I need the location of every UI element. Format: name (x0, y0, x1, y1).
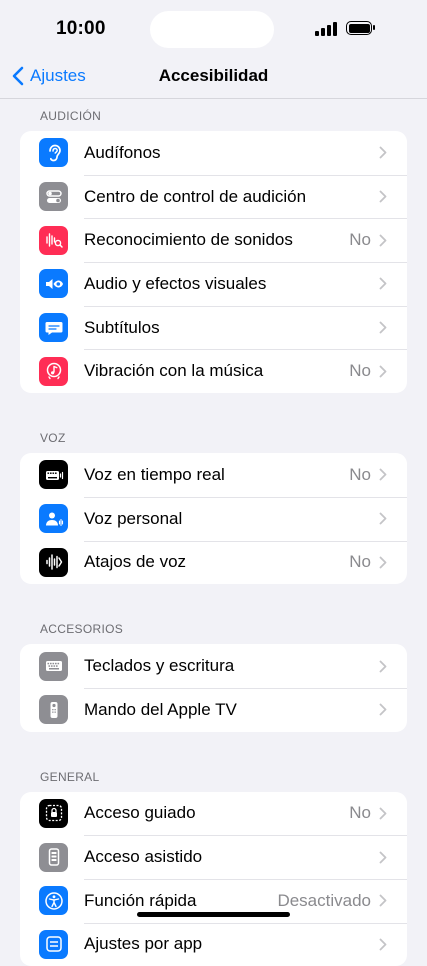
row-acceso-guiado[interactable]: Acceso guiado No (20, 792, 407, 836)
remote-icon (39, 695, 68, 725)
row-voz-personal[interactable]: Voz personal (20, 496, 407, 541)
section-header-general: GENERAL (40, 769, 100, 784)
row-reconocimiento-sonidos[interactable]: Reconocimiento de sonidos No (20, 218, 407, 262)
row-label: Ajustes por app (84, 934, 203, 954)
chevron-right-icon (379, 894, 387, 907)
chevron-right-icon (379, 556, 387, 569)
row-value: No (349, 552, 371, 572)
page-title: Accesibilidad (158, 66, 269, 85)
row-ajustes-por-app[interactable]: Ajustes por app (20, 922, 407, 966)
settings-group-voz: Voz en tiempo real No Voz personal Atajo… (20, 453, 407, 585)
row-label: Teclados y escritura (84, 656, 235, 676)
chevron-right-icon (379, 190, 387, 203)
person-wave-icon (39, 504, 68, 534)
chevron-right-icon (379, 146, 387, 159)
settings-group-accesorios: Teclados y escritura Mando del Apple TV (20, 644, 407, 732)
row-atajos-voz[interactable]: Atajos de voz No (20, 540, 407, 585)
row-label: Subtítulos (84, 317, 160, 337)
row-label: Acceso guiado (84, 803, 196, 823)
settings-group-general: Acceso guiado No Acceso asistido Función… (20, 791, 407, 966)
row-audio-efectos-visuales[interactable]: Audio y efectos visuales (20, 262, 407, 306)
waveform-search-icon (39, 225, 68, 255)
section-header-voz: VOZ (40, 431, 66, 446)
row-value: No (349, 803, 371, 823)
row-acceso-asistido[interactable]: Acceso asistido (20, 835, 407, 879)
row-label: Audio y efectos visuales (84, 273, 267, 293)
chevron-right-icon (379, 469, 387, 481)
row-label: Reconocimiento de sonidos (84, 230, 293, 250)
row-label: Voz en tiempo real (84, 464, 225, 484)
chevron-right-icon (379, 234, 387, 247)
chevron-right-icon (379, 807, 387, 820)
signal-icon (315, 22, 339, 36)
row-label: Vibración con la música (84, 361, 264, 381)
chevron-right-icon (379, 278, 387, 290)
app-settings-icon (39, 929, 68, 959)
chevron-right-icon (379, 660, 387, 672)
section-header-accesorios: ACCESORIOS (40, 622, 124, 637)
accessibility-icon (39, 886, 68, 916)
section-header-audicion: AUDICIÓN (40, 109, 102, 123)
row-label: Audífonos (84, 142, 161, 162)
row-value: Desactivado (277, 890, 371, 910)
chevron-right-icon (379, 512, 387, 525)
status-bar: 10:00 (0, 0, 427, 58)
row-centro-control-audicion[interactable]: Centro de control de audición (20, 174, 407, 219)
home-indicator[interactable] (137, 912, 290, 917)
row-label: Acceso asistido (84, 847, 203, 867)
row-value: No (349, 361, 371, 381)
row-label: Voz personal (84, 508, 183, 528)
toggles-icon (39, 182, 68, 212)
settings-list: AUDICIÓN Audífonos Centro de control de … (0, 99, 427, 966)
lock-frame-icon (39, 798, 68, 828)
status-time: 10:00 (56, 18, 106, 39)
chevron-right-icon (379, 365, 387, 378)
row-voz-tiempo-real[interactable]: Voz en tiempo real No (20, 453, 407, 497)
assistive-phone-icon (39, 842, 68, 872)
row-audifonos[interactable]: Audífonos (20, 131, 407, 175)
dynamic-island (150, 11, 274, 48)
battery-icon (346, 21, 375, 35)
waveform-icon (39, 547, 68, 577)
row-value: No (349, 230, 371, 250)
row-subtitulos[interactable]: Subtítulos (20, 305, 407, 350)
keyboard-wave-icon (39, 460, 68, 490)
chevron-right-icon (379, 321, 387, 334)
speaker-eye-icon (39, 269, 68, 299)
row-label: Función rápida (84, 890, 197, 910)
chevron-right-icon (379, 851, 387, 863)
speech-bubble-icon (39, 313, 68, 343)
chevron-right-icon (379, 703, 387, 716)
row-label: Mando del Apple TV (84, 699, 237, 719)
row-vibracion-musica[interactable]: Vibración con la música No (20, 349, 407, 393)
row-mando-apple-tv[interactable]: Mando del Apple TV (20, 687, 407, 732)
music-vibration-icon (39, 356, 68, 386)
navigation-bar: Ajustes Accesibilidad (0, 58, 427, 99)
row-teclados-escritura[interactable]: Teclados y escritura (20, 644, 407, 688)
ear-icon (39, 138, 68, 168)
row-label: Atajos de voz (84, 552, 187, 572)
chevron-right-icon (379, 938, 387, 951)
row-value: No (349, 464, 371, 484)
settings-group-audicion: Audífonos Centro de control de audición … (20, 131, 407, 394)
keyboard-icon (39, 651, 68, 681)
row-label: Centro de control de audición (84, 186, 307, 206)
